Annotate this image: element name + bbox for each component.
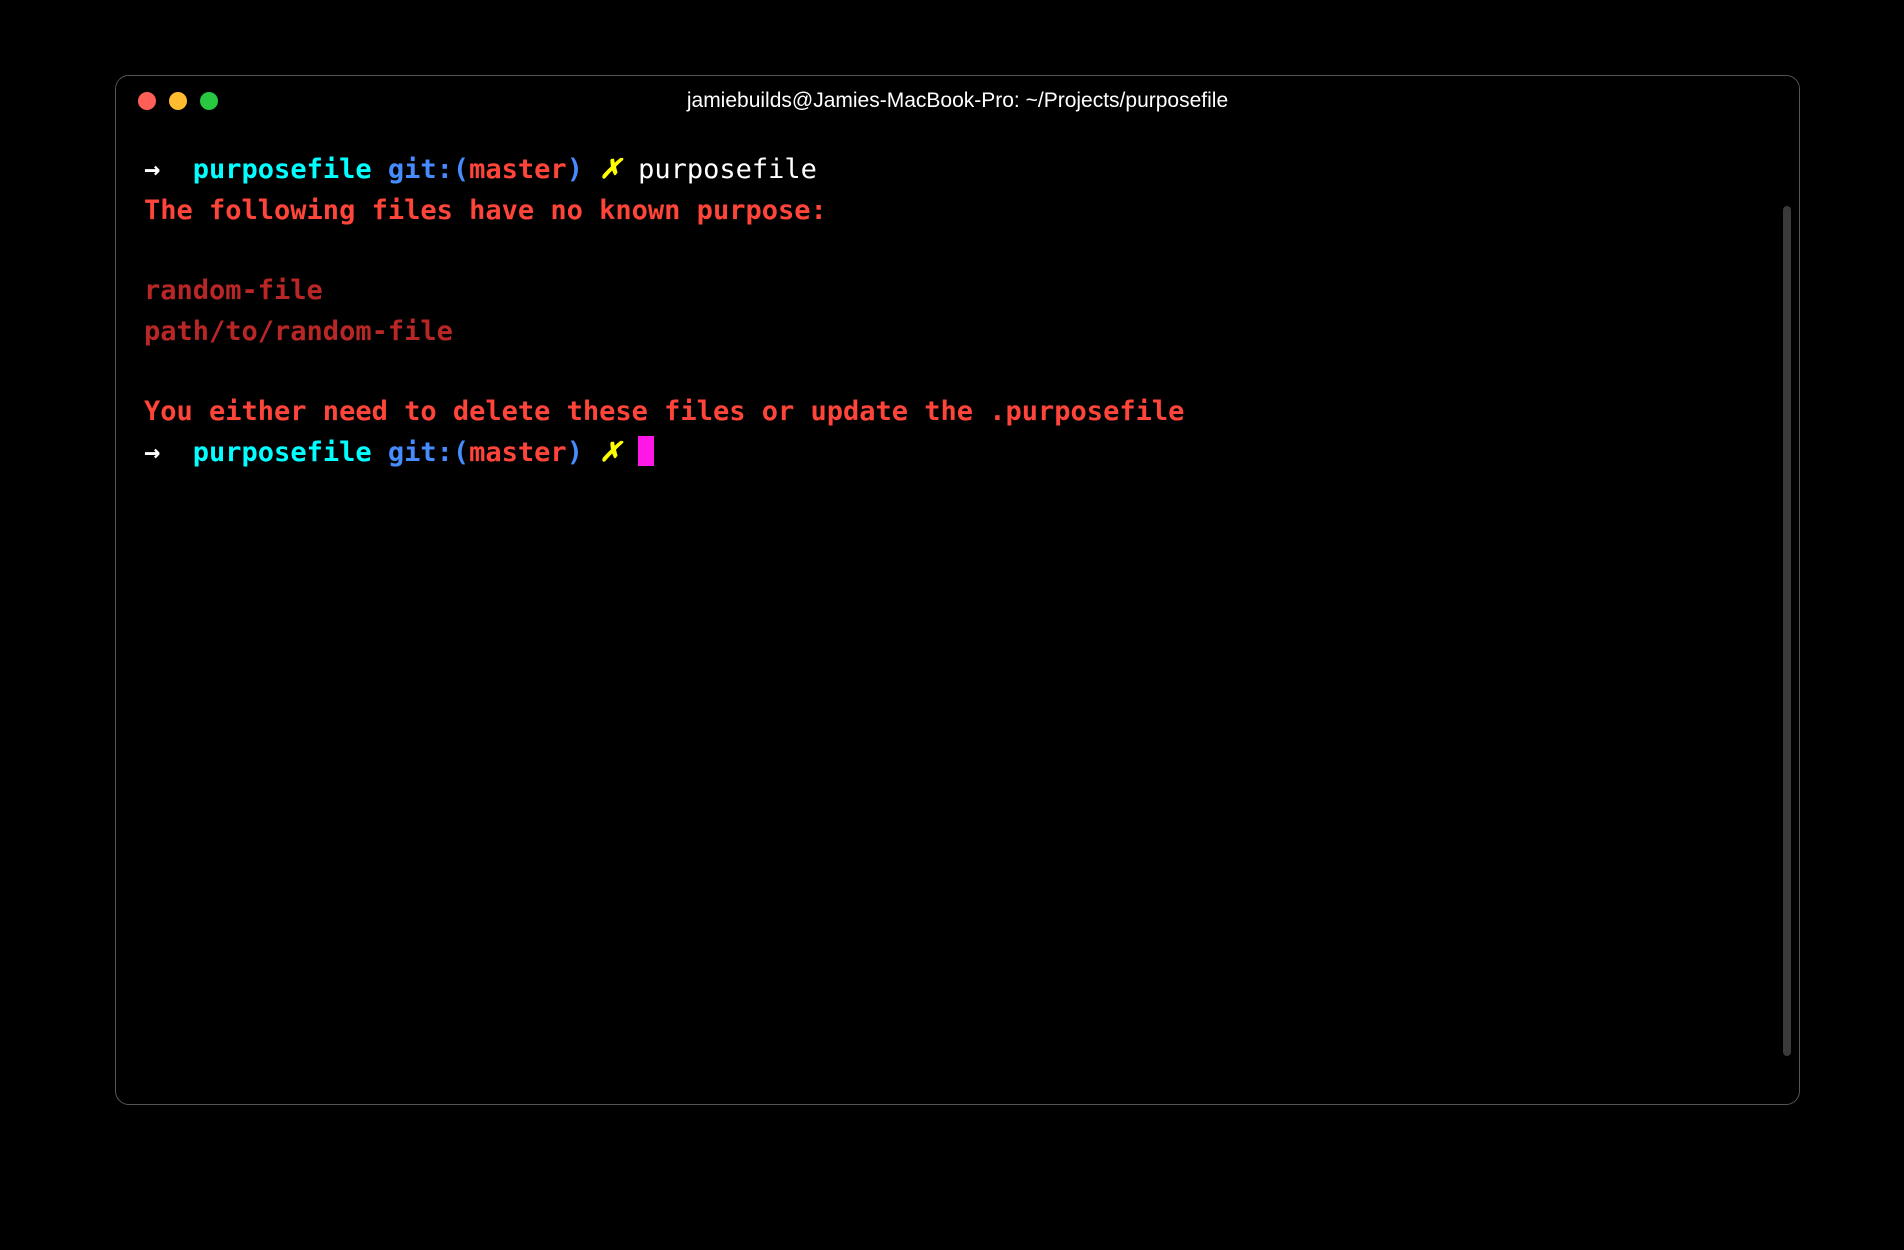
command-text: purposefile	[638, 154, 817, 185]
prompt-line-2: → purposefile git:(master) ✗	[144, 433, 1771, 474]
prompt-cwd: purposefile	[193, 154, 372, 185]
prompt-dirty-icon: ✗	[599, 154, 622, 185]
prompt-dirty-icon: ✗	[599, 437, 622, 468]
output-message: You either need to delete these files or…	[144, 392, 1771, 433]
prompt-branch: master	[469, 154, 567, 185]
prompt-branch: master	[469, 437, 567, 468]
output-file: path/to/random-file	[144, 312, 1771, 353]
terminal-window: jamiebuilds@Jamies-MacBook-Pro: ~/Projec…	[115, 75, 1800, 1105]
window-title: jamiebuilds@Jamies-MacBook-Pro: ~/Projec…	[116, 89, 1799, 113]
scrollbar[interactable]	[1783, 206, 1791, 1056]
prompt-arrow-icon: →	[144, 154, 160, 185]
prompt-git-label: git:(	[388, 437, 469, 468]
close-icon[interactable]	[138, 92, 156, 110]
maximize-icon[interactable]	[200, 92, 218, 110]
cursor-icon	[638, 436, 654, 466]
prompt-arrow-icon: →	[144, 437, 160, 468]
prompt-git-close: )	[567, 437, 583, 468]
traffic-lights	[116, 92, 218, 110]
output-file: random-file	[144, 271, 1771, 312]
prompt-git-close: )	[567, 154, 583, 185]
prompt-git-label: git:(	[388, 154, 469, 185]
titlebar: jamiebuilds@Jamies-MacBook-Pro: ~/Projec…	[116, 76, 1799, 126]
prompt-line-1: → purposefile git:(master) ✗ purposefile	[144, 150, 1771, 191]
terminal-body[interactable]: → purposefile git:(master) ✗ purposefile…	[116, 126, 1799, 1104]
blank-line	[144, 231, 1771, 271]
blank-line	[144, 352, 1771, 392]
output-heading: The following files have no known purpos…	[144, 191, 1771, 232]
minimize-icon[interactable]	[169, 92, 187, 110]
prompt-cwd: purposefile	[193, 437, 372, 468]
